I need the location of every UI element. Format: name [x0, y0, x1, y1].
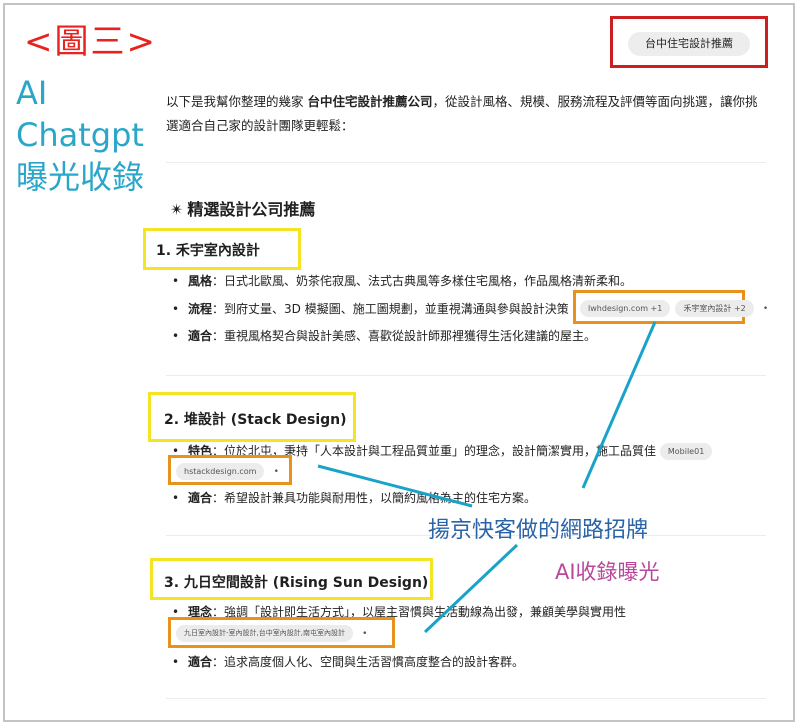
- pointer-line: [581, 321, 657, 489]
- annotation-sub: AI收錄曝光: [555, 560, 660, 584]
- pointer-line: [317, 464, 473, 508]
- pointer-lines: [317, 321, 657, 634]
- pointer-line: [423, 543, 519, 634]
- annotation-main: 揚京快客做的網路招牌: [428, 518, 649, 543]
